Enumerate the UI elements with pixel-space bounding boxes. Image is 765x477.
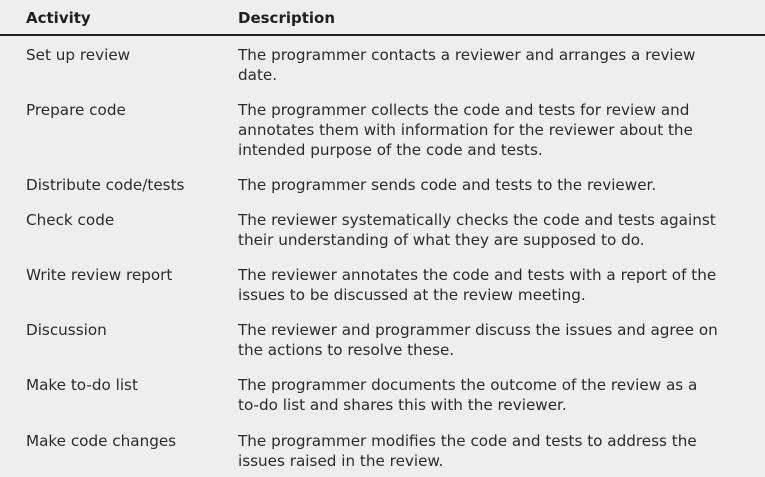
description-cell: The reviewer and programmer discuss the … bbox=[238, 320, 750, 360]
description-line: The programmer documents the outcome of … bbox=[238, 376, 698, 394]
activity-cell: Write review report bbox=[26, 266, 173, 284]
table-header: Activity Description bbox=[0, 0, 765, 36]
description-line: to-do list and shares this with the revi… bbox=[238, 396, 567, 414]
description-cell: The reviewer systematically checks the c… bbox=[238, 210, 750, 250]
description-line: date. bbox=[238, 66, 278, 84]
description-line: The reviewer annotates the code and test… bbox=[238, 266, 717, 284]
activity-cell: Make code changes bbox=[26, 432, 177, 450]
activity-cell: Discussion bbox=[26, 321, 107, 339]
description-line: issues to be discussed at the review mee… bbox=[238, 286, 586, 304]
description-line: The programmer collects the code and tes… bbox=[238, 101, 690, 119]
description-cell: The programmer contacts a reviewer and a… bbox=[238, 45, 750, 85]
description-cell: The reviewer annotates the code and test… bbox=[238, 265, 750, 305]
description-line: intended purpose of the code and tests. bbox=[238, 141, 543, 159]
description-line: The reviewer systematically checks the c… bbox=[238, 211, 716, 229]
activity-cell: Distribute code/tests bbox=[26, 176, 185, 194]
activity-cell: Make to-do list bbox=[26, 376, 138, 394]
description-line: the actions to resolve these. bbox=[238, 341, 455, 359]
activity-cell: Prepare code bbox=[26, 101, 126, 119]
description-line: The programmer modifies the code and tes… bbox=[238, 432, 697, 450]
description-line: The programmer contacts a reviewer and a… bbox=[238, 46, 696, 64]
description-cell: The programmer modifies the code and tes… bbox=[238, 431, 750, 471]
description-line: The reviewer and programmer discuss the … bbox=[238, 321, 718, 339]
description-line: their understanding of what they are sup… bbox=[238, 231, 645, 249]
description-line: issues raised in the review. bbox=[238, 452, 444, 470]
activity-cell: Check code bbox=[26, 211, 115, 229]
description-cell: The programmer sends code and tests to t… bbox=[238, 175, 750, 195]
activity-cell: Set up review bbox=[26, 46, 131, 64]
description-line: annotates them with information for the … bbox=[238, 121, 693, 139]
description-cell: The programmer collects the code and tes… bbox=[238, 100, 750, 160]
description-line: The programmer sends code and tests to t… bbox=[238, 176, 657, 194]
header-description: Description bbox=[238, 9, 336, 27]
description-cell: The programmer documents the outcome of … bbox=[238, 375, 750, 415]
header-activity: Activity bbox=[26, 9, 91, 27]
review-activities-table: Activity Description Set up review The p… bbox=[0, 0, 765, 477]
